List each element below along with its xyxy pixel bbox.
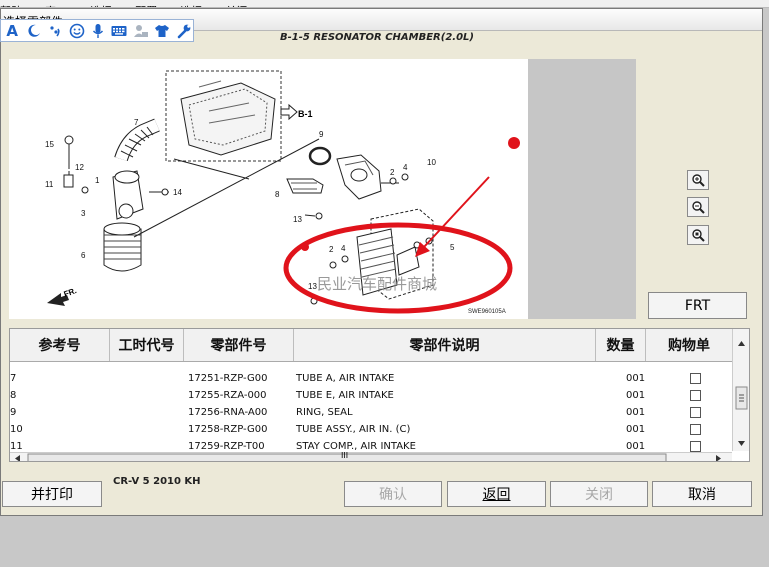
callout: 5: [450, 243, 455, 252]
cell-part-number: 17256-RNA-A00: [188, 407, 268, 418]
parts-table: 参考号 工时代号 零部件号 零部件说明 数量 购物单 7 17251-RZP-G…: [9, 328, 750, 462]
keyboard-icon[interactable]: [110, 21, 128, 40]
microphone-icon[interactable]: [89, 21, 107, 40]
cart-checkbox[interactable]: [690, 390, 701, 401]
print-button[interactable]: 并打印: [2, 481, 102, 507]
callout: 6: [81, 251, 86, 260]
parts-diagram: B-1 FR. 15 12 11 1 3 6 7 14 9 10 8 2 4 1…: [9, 59, 528, 319]
callout: 15: [45, 140, 54, 149]
zoom-in-icon[interactable]: [687, 170, 709, 190]
zoom-out-icon[interactable]: [687, 197, 709, 217]
letter-a-icon[interactable]: A: [3, 21, 21, 40]
cell-qty: 001: [626, 373, 646, 384]
callout: 8: [275, 190, 280, 199]
cell-ref: 8: [10, 390, 17, 401]
cell-qty: 001: [626, 407, 646, 418]
cart-checkbox[interactable]: [690, 441, 701, 452]
callout: 2: [390, 168, 395, 177]
callout: 4: [403, 163, 408, 172]
column-header-ref[interactable]: 参考号: [10, 329, 110, 361]
diagram-title: B-1-5 RESONATOR CHAMBER(2.0L): [280, 32, 474, 43]
table-row[interactable]: 9 17256-RNA-A00 RING, SEAL 001: [10, 404, 732, 421]
close-button[interactable]: 关闭: [550, 481, 648, 507]
cancel-button[interactable]: 取消: [652, 481, 752, 507]
back-button[interactable]: 返回: [447, 481, 546, 507]
parts-diagram-drawing: B-1 FR. 15 12 11 1 3 6 7 14 9 10 8 2 4 1…: [45, 70, 520, 315]
cell-description: RING, SEAL: [296, 407, 353, 418]
column-header-cart[interactable]: 购物单: [646, 329, 732, 361]
cell-qty: 001: [626, 390, 646, 401]
callout: 11: [45, 180, 54, 189]
user-icon[interactable]: [132, 21, 150, 40]
cart-checkbox[interactable]: [690, 373, 701, 384]
horizontal-scrollbar[interactable]: III: [10, 451, 732, 461]
callout: 13: [293, 215, 302, 224]
vertical-scrollbar[interactable]: [732, 329, 749, 451]
shirt-icon[interactable]: [153, 21, 171, 40]
diagram-ref-b1: B-1: [298, 109, 313, 119]
callout: 9: [319, 130, 324, 139]
cell-description: STAY COMP., AIR INTAKE: [296, 441, 416, 452]
frt-button[interactable]: FRT: [648, 292, 747, 319]
cell-ref: 9: [10, 407, 17, 418]
callout: 3: [81, 209, 86, 218]
cart-checkbox[interactable]: [690, 424, 701, 435]
moon-icon[interactable]: [24, 21, 42, 40]
zoom-fit-icon[interactable]: [687, 225, 709, 245]
dots-icon[interactable]: [46, 21, 64, 40]
cell-qty: 001: [626, 441, 646, 452]
cell-part-number: 17255-RZA-000: [188, 390, 267, 401]
table-header: 参考号 工时代号 零部件号 零部件说明 数量 购物单: [10, 329, 732, 362]
callout: 10: [427, 158, 436, 167]
confirm-button[interactable]: 确认: [344, 481, 442, 507]
diagram-code: SWE960105A: [468, 309, 506, 315]
cell-part-number: 17258-RZP-G00: [188, 424, 268, 435]
diagram-margin: [528, 59, 636, 319]
cell-part-number: 17259-RZP-T00: [188, 441, 265, 452]
cell-description: TUBE E, AIR INTAKE: [296, 390, 394, 401]
smiley-icon[interactable]: [67, 21, 85, 40]
callout: 7: [134, 118, 139, 127]
table-row[interactable]: 8 17255-RZA-000 TUBE E, AIR INTAKE 001: [10, 387, 732, 404]
wrench-icon[interactable]: [175, 21, 193, 40]
scroll-grip: III: [341, 451, 349, 460]
cell-description: TUBE A, AIR INTAKE: [296, 373, 395, 384]
cell-ref: 7: [10, 373, 17, 384]
column-header-labor[interactable]: 工时代号: [110, 329, 184, 361]
column-header-description[interactable]: 零部件说明: [294, 329, 596, 361]
vehicle-info: CR-V 5 2010 KH: [113, 476, 201, 487]
cart-checkbox[interactable]: [690, 407, 701, 418]
desktop-background: [0, 517, 769, 567]
ime-toolbar: A: [0, 19, 194, 42]
table-row[interactable]: 10 17258-RZP-G00 TUBE ASSY., AIR IN. (C)…: [10, 421, 732, 438]
cell-qty: 001: [626, 424, 646, 435]
callout: 14: [173, 188, 182, 197]
cell-ref: 10: [10, 424, 23, 435]
callout: 4: [341, 244, 346, 253]
callout: 1: [95, 176, 100, 185]
menu-bar: 帮助 窗口 选择 配置 选择 关闭: [0, 0, 769, 8]
fr-label: FR.: [63, 286, 78, 299]
column-header-qty[interactable]: 数量: [596, 329, 646, 361]
callout: 2: [329, 245, 334, 254]
watermark: 民业汽车配件商城: [317, 275, 437, 293]
column-header-part-number[interactable]: 零部件号: [184, 329, 294, 361]
callout: 12: [75, 163, 84, 172]
cell-part-number: 17251-RZP-G00: [188, 373, 268, 384]
cell-ref: 11: [10, 441, 23, 452]
cell-description: TUBE ASSY., AIR IN. (C): [296, 424, 411, 435]
table-row[interactable]: 7 17251-RZP-G00 TUBE A, AIR INTAKE 001: [10, 370, 732, 387]
